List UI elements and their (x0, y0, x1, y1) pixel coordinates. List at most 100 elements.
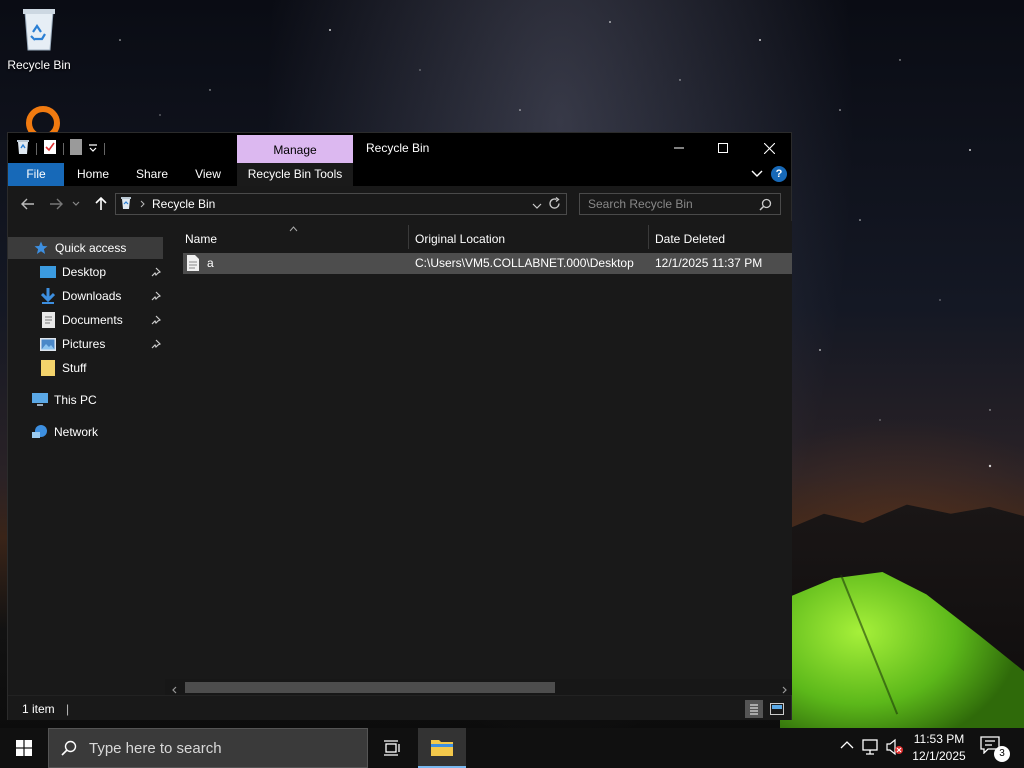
column-divider[interactable] (648, 225, 649, 249)
system-clock[interactable]: 11:53 PM 12/1/2025 (906, 731, 972, 765)
table-row[interactable]: a C:\Users\VM5.COLLABNET.000\Desktop 12/… (183, 253, 792, 274)
sidebar-item-desktop[interactable]: Desktop (8, 261, 163, 283)
star-icon (33, 240, 49, 256)
sidebar-item-pictures[interactable]: Pictures (8, 333, 163, 355)
task-view-button[interactable] (368, 728, 416, 768)
tab-recycle-bin-tools[interactable]: Recycle Bin Tools (237, 163, 353, 186)
volume-muted-icon[interactable] (886, 738, 904, 759)
manage-context-tab[interactable]: Manage (237, 135, 353, 163)
breadcrumb-separator-icon (140, 197, 146, 211)
customize-toolbar-icon[interactable] (88, 142, 98, 156)
desktop-recycle-bin[interactable]: Recycle Bin (4, 6, 74, 72)
sidebar-item-stuff[interactable]: Stuff (8, 357, 163, 379)
search-input[interactable] (588, 197, 758, 211)
refresh-icon[interactable] (548, 196, 561, 213)
navigation-bar: Recycle Bin (8, 186, 791, 221)
details-view-button[interactable] (745, 700, 763, 718)
scrollbar-thumb[interactable] (185, 682, 555, 693)
start-button[interactable] (0, 728, 48, 768)
tab-share[interactable]: Share (128, 163, 176, 186)
cell-name: a (207, 256, 214, 270)
windows-logo-icon (16, 740, 32, 756)
pin-icon[interactable] (151, 266, 162, 280)
window-title: Recycle Bin (366, 141, 430, 155)
properties-icon[interactable] (43, 139, 57, 158)
address-dropdown-icon[interactable] (532, 199, 542, 213)
column-divider[interactable] (408, 225, 409, 249)
sidebar-item-network[interactable]: Network (8, 421, 163, 443)
column-header-original-location[interactable]: Original Location (415, 227, 505, 251)
recent-locations-button[interactable] (70, 194, 82, 214)
ribbon-controls: ? (751, 166, 787, 182)
column-header-name[interactable]: Name (185, 227, 217, 251)
horizontal-scrollbar[interactable] (165, 679, 792, 695)
search-icon (61, 740, 77, 756)
quick-access-toolbar (16, 139, 105, 158)
pin-icon[interactable] (151, 290, 162, 304)
taskbar-search-placeholder: Type here to search (89, 739, 222, 757)
pin-icon[interactable] (151, 338, 162, 352)
back-button[interactable] (18, 194, 38, 214)
help-icon[interactable]: ? (771, 166, 787, 182)
item-count: 1 item | (22, 702, 69, 716)
notification-center-button[interactable]: 3 (980, 736, 1010, 762)
tab-file[interactable]: File (8, 163, 64, 186)
toolbar-separator (36, 142, 37, 155)
desktop-icon-label: Recycle Bin (7, 58, 71, 72)
expand-ribbon-icon[interactable] (751, 167, 763, 181)
taskbar-search-box[interactable]: Type here to search (48, 728, 368, 768)
sidebar-item-downloads[interactable]: Downloads (8, 285, 163, 307)
documents-icon (40, 312, 56, 328)
task-view-icon (384, 740, 400, 756)
sidebar-item-label: Downloads (62, 289, 122, 303)
maximize-icon (718, 143, 728, 153)
chevron-down-icon (72, 201, 80, 206)
details-view-icon (750, 704, 758, 715)
toolbar-separator (63, 142, 64, 155)
file-list: Name Original Location Date Deleted a C:… (165, 221, 792, 695)
forward-button[interactable] (46, 194, 66, 214)
search-icon (759, 198, 772, 214)
recycle-bin-icon (19, 6, 59, 52)
show-hidden-icons-icon[interactable] (840, 739, 854, 753)
column-header-date-deleted[interactable]: Date Deleted (655, 227, 725, 251)
item-count-text: 1 item (22, 702, 55, 716)
sidebar-item-quick-access[interactable]: Quick access (8, 237, 163, 259)
back-arrow-icon (21, 198, 34, 210)
pin-icon[interactable] (151, 314, 162, 328)
computer-icon (32, 392, 48, 408)
clock-date: 12/1/2025 (912, 749, 966, 763)
status-separator: | (66, 702, 70, 716)
file-explorer-window: Manage Recycle Bin File Home Share View … (7, 132, 792, 720)
up-button[interactable] (91, 194, 111, 214)
address-bar[interactable]: Recycle Bin (115, 193, 567, 215)
status-bar: 1 item | (8, 695, 791, 720)
maximize-button[interactable] (700, 133, 746, 163)
forward-arrow-icon (50, 198, 63, 210)
navigation-pane: Quick access Desktop Downloads Documents (8, 221, 165, 695)
new-folder-icon[interactable] (70, 139, 82, 158)
cell-original-location: C:\Users\VM5.COLLABNET.000\Desktop (415, 256, 634, 270)
large-icons-view-button[interactable] (768, 700, 786, 718)
breadcrumb-recycle-bin[interactable]: Recycle Bin (152, 197, 215, 211)
cell-date-deleted: 12/1/2025 11:37 PM (655, 256, 763, 270)
close-button[interactable] (746, 133, 792, 163)
tab-view[interactable]: View (184, 163, 232, 186)
network-status-icon[interactable] (862, 738, 880, 759)
recycle-bin-small-icon (16, 139, 30, 158)
taskbar-file-explorer[interactable] (418, 728, 466, 768)
sidebar-item-this-pc[interactable]: This PC (8, 389, 163, 411)
close-icon (763, 142, 775, 154)
sidebar-item-label: Network (54, 425, 99, 439)
desktop-folder-icon (40, 264, 56, 280)
ribbon-tab-bar: File Home Share View Recycle Bin Tools ? (8, 163, 791, 186)
sidebar-item-label: Quick access (55, 241, 127, 255)
text-file-icon (187, 255, 199, 274)
search-box[interactable] (579, 193, 781, 215)
taskbar: Type here to search 11:53 PM 12/1/2025 3 (0, 728, 1024, 768)
minimize-button[interactable] (656, 133, 702, 163)
recycle-bin-small-icon (120, 196, 132, 213)
sidebar-item-documents[interactable]: Documents (8, 309, 163, 331)
sort-ascending-icon (289, 221, 298, 235)
tab-home[interactable]: Home (70, 163, 116, 186)
